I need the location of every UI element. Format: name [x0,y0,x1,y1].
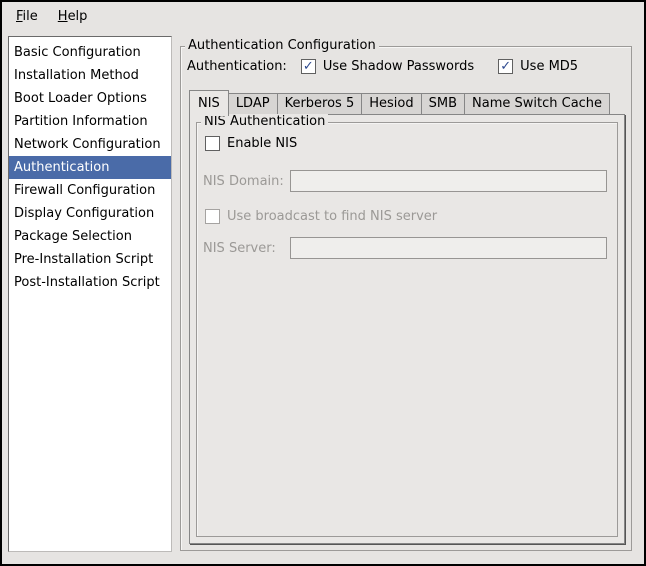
sidebar-item-firewall-configuration[interactable]: Firewall Configuration [9,179,171,202]
tab-nis[interactable]: NIS [189,90,229,116]
authentication-options-row: Authentication: ✓ Use Shadow Passwords ✓… [187,59,602,74]
use-shadow-passwords-label: Use Shadow Passwords [323,59,474,74]
nis-tab-page: NIS Authentication Enable NIS NIS Domain… [189,114,625,544]
sidebar-item-package-selection[interactable]: Package Selection [9,225,171,248]
kickstart-configurator-window: File Help Basic Configuration Installati… [0,0,646,566]
sidebar-item-basic-configuration[interactable]: Basic Configuration [9,41,171,64]
nis-domain-input [290,170,607,192]
sidebar-item-network-configuration[interactable]: Network Configuration [9,133,171,156]
page-title: Authentication Configuration [185,38,379,54]
menu-help[interactable]: Help [48,5,98,28]
tab-name-switch-cache[interactable]: Name Switch Cache [464,93,610,115]
tab-smb[interactable]: SMB [421,93,465,115]
sidebar-item-partition-information[interactable]: Partition Information [9,110,171,133]
tab-kerberos-5[interactable]: Kerberos 5 [277,93,363,115]
checkbox-box [205,136,220,151]
authentication-configuration-frame: Authentication Configuration Authenticat… [180,46,632,551]
nis-authentication-frame-title: NIS Authentication [201,114,328,130]
sidebar-item-boot-loader-options[interactable]: Boot Loader Options [9,87,171,110]
nis-domain-row: NIS Domain: [203,170,607,192]
checkmark-icon: ✓ [500,60,511,73]
sidebar-item-installation-method[interactable]: Installation Method [9,64,171,87]
nis-authentication-frame: NIS Authentication Enable NIS NIS Domain… [196,122,618,537]
nis-server-row: NIS Server: [203,237,607,259]
enable-nis-label: Enable NIS [227,136,297,151]
sidebar-item-authentication[interactable]: Authentication [9,156,171,179]
use-md5-label: Use MD5 [520,59,578,74]
nis-domain-label: NIS Domain: [203,174,290,189]
enable-nis-checkbox[interactable]: Enable NIS [205,136,297,151]
auth-tab-bar: NIS LDAP Kerberos 5 Hesiod SMB Name Swit… [189,89,609,115]
nis-server-input [290,237,607,259]
use-broadcast-checkbox: Use broadcast to find NIS server [205,209,437,224]
tab-ldap[interactable]: LDAP [228,93,278,115]
use-md5-checkbox[interactable]: ✓ Use MD5 [498,59,578,74]
checkbox-box [205,209,220,224]
menu-file-rest: ile [23,9,38,24]
sidebar-item-display-configuration[interactable]: Display Configuration [9,202,171,225]
tab-hesiod[interactable]: Hesiod [361,93,421,115]
section-list: Basic Configuration Installation Method … [8,36,172,552]
sidebar-item-post-installation-script[interactable]: Post-Installation Script [9,271,171,294]
nis-server-label: NIS Server: [203,241,290,256]
checkbox-box: ✓ [301,59,316,74]
checkbox-box: ✓ [498,59,513,74]
authentication-label: Authentication: [187,59,287,74]
menubar: File Help [2,2,644,30]
sidebar-item-pre-installation-script[interactable]: Pre-Installation Script [9,248,171,271]
menu-help-rest: elp [68,9,88,24]
checkmark-icon: ✓ [303,60,314,73]
menu-help-mnemonic: H [58,9,68,24]
use-broadcast-label: Use broadcast to find NIS server [227,209,437,224]
use-shadow-passwords-checkbox[interactable]: ✓ Use Shadow Passwords [301,59,474,74]
menu-file[interactable]: File [6,5,48,28]
